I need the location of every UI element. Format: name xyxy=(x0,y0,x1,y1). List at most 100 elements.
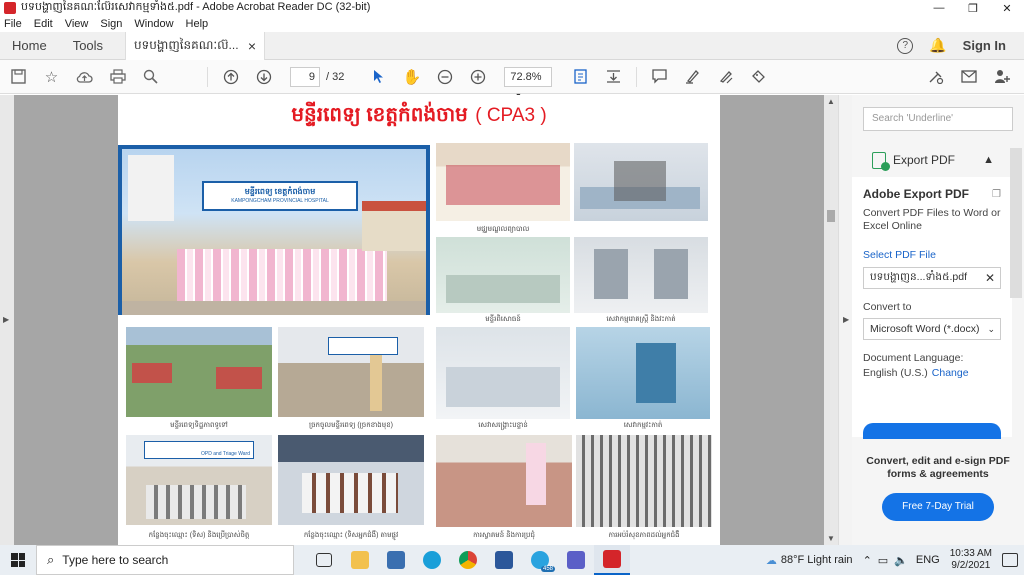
windows-logo-icon xyxy=(11,553,25,567)
gyn-surgery-photo xyxy=(574,237,708,313)
email-icon[interactable] xyxy=(952,64,985,90)
input-language[interactable]: ENG xyxy=(916,554,940,566)
share-user-icon[interactable] xyxy=(985,64,1018,90)
document-tab-label: បទបង្ហាញនៃគណៈល៊... xyxy=(134,37,239,52)
menu-window[interactable]: Window xyxy=(134,18,173,30)
word-icon[interactable] xyxy=(486,545,522,575)
previous-page-icon[interactable] xyxy=(214,64,247,90)
scrollbar-thumb[interactable] xyxy=(827,210,835,222)
copy-icon[interactable]: ❐ xyxy=(992,189,1001,200)
right-pane-scrollbar[interactable] xyxy=(1010,148,1022,298)
task-view-icon[interactable] xyxy=(306,545,342,575)
remove-file-icon[interactable]: ✕ xyxy=(985,271,995,285)
menu-sign[interactable]: Sign xyxy=(100,18,122,30)
draw-sign-icon[interactable] xyxy=(709,64,742,90)
notice-board xyxy=(128,155,174,221)
tray-chevron-icon[interactable]: ⌃ xyxy=(863,554,872,567)
menu-edit[interactable]: Edit xyxy=(34,18,53,30)
fill-sign-icon[interactable] xyxy=(742,64,775,90)
store-icon[interactable] xyxy=(378,545,414,575)
select-cursor-icon[interactable] xyxy=(362,64,395,90)
export-pdf-icon xyxy=(872,151,890,171)
hand-tool-icon[interactable]: ✋ xyxy=(395,64,428,90)
page-total: / 32 xyxy=(326,70,345,83)
document-viewport[interactable]: មន្ទីរពេទ្យ ខេត្តកំពង់ចាម ( CPA3 ) មន្ទី… xyxy=(14,95,824,545)
right-pane: Search 'Underline' Export PDF ▲ Adobe Ex… xyxy=(852,95,1024,545)
notification-center-icon[interactable] xyxy=(1002,553,1018,567)
next-page-icon[interactable] xyxy=(247,64,280,90)
tab-document[interactable]: បទបង្ហាញនៃគណៈល៊... × xyxy=(125,31,266,60)
export-pdf-panel: Adobe Export PDF ❐ Convert PDF Files to … xyxy=(852,177,1012,437)
scroll-up-icon[interactable]: ▲ xyxy=(827,97,835,106)
select-pdf-file-link[interactable]: Select PDF File xyxy=(863,249,1001,261)
beds xyxy=(446,367,560,407)
upload-cloud-icon[interactable] xyxy=(68,64,101,90)
main-toolbar: ☆ 9 / 32 ✋ 72.8% ▾ xyxy=(0,60,1024,100)
scroll-mode-icon[interactable] xyxy=(597,64,630,90)
opd-triage-photo: OPD and Triage Ward xyxy=(126,435,272,525)
convert-button[interactable] xyxy=(863,423,1001,439)
zoom-in-icon[interactable] xyxy=(461,64,494,90)
menu-view[interactable]: View xyxy=(65,18,89,30)
weather-icon: ☁ xyxy=(765,554,777,567)
pdf-title-code: ( CPA3 ) xyxy=(475,105,547,126)
search-zoom-icon[interactable] xyxy=(134,64,167,90)
caption-entrance: ច្រកចូលមន្ទីរពេទ្យ (ច្រកខាងមុខ) xyxy=(309,422,393,429)
menu-bar: File Edit View Sign Window Help xyxy=(0,16,1024,32)
bookmark-star-icon[interactable]: ☆ xyxy=(35,64,68,90)
zoom-out-icon[interactable] xyxy=(428,64,461,90)
chrome-icon[interactable] xyxy=(450,545,486,575)
menu-file[interactable]: File xyxy=(4,18,22,30)
health-education-photo xyxy=(576,435,712,527)
help-icon[interactable]: ? xyxy=(897,37,914,54)
print-icon[interactable] xyxy=(101,64,134,90)
volume-icon[interactable]: 🔈 xyxy=(894,554,908,567)
minimize-button[interactable]: — xyxy=(922,2,956,14)
document-scrollbar[interactable]: ▲ ▼ xyxy=(824,95,838,545)
scroll-down-icon[interactable]: ▼ xyxy=(827,534,835,543)
system-tray: ☁ 88°F Light rain ⌃ ▭ 🔈 ENG 10:33 AM 9/2… xyxy=(766,548,1024,572)
tab-tools[interactable]: Tools xyxy=(61,38,117,53)
free-trial-button[interactable]: Free 7-Day Trial xyxy=(882,493,994,521)
notification-bell-icon[interactable]: 🔔 xyxy=(929,37,946,54)
save-icon[interactable] xyxy=(2,64,35,90)
tab-home[interactable]: Home xyxy=(0,38,61,53)
close-window-button[interactable]: ✕ xyxy=(990,2,1024,15)
highlight-pen-icon[interactable] xyxy=(676,64,709,90)
start-button[interactable] xyxy=(0,553,36,567)
telegram-icon[interactable]: 458 xyxy=(522,545,558,575)
export-pdf-header[interactable]: Export PDF ▲ xyxy=(852,145,1024,175)
convert-to-value: Microsoft Word (*.docx) xyxy=(870,323,980,335)
promo-text: Convert, edit and e-sign PDF forms & agr… xyxy=(866,455,1010,480)
network-icon[interactable]: ▭ xyxy=(878,554,888,567)
page-number-input[interactable]: 9 xyxy=(290,66,320,87)
menu-help[interactable]: Help xyxy=(186,18,209,30)
staff-group xyxy=(177,249,387,301)
attach-sign-icon[interactable] xyxy=(919,64,952,90)
clock[interactable]: 10:33 AM 9/2/2021 xyxy=(950,548,992,572)
acrobat-taskbar-icon[interactable] xyxy=(594,545,630,575)
left-panel-toggle[interactable]: ▶ xyxy=(0,95,14,545)
tools-search-input[interactable]: Search 'Underline' xyxy=(863,107,1013,131)
tab-bar: Home Tools បទបង្ហាញនៃគណៈល៊... × ? 🔔 Sign… xyxy=(0,31,1024,60)
sign-in-button[interactable]: Sign In xyxy=(963,38,1006,53)
taskbar-search-box[interactable]: ⌕ Type here to search xyxy=(36,545,294,575)
change-language-link[interactable]: Change xyxy=(932,367,969,379)
selected-file-field[interactable]: បទបង្ហាញន...ទាំង៥.pdf ✕ xyxy=(863,267,1001,289)
edge-icon[interactable] xyxy=(414,545,450,575)
convert-to-select[interactable]: Microsoft Word (*.docx) ⌄ xyxy=(863,318,1001,340)
teams-icon[interactable] xyxy=(558,545,594,575)
weather-text[interactable]: 88°F Light rain xyxy=(781,554,853,566)
file-explorer-icon[interactable] xyxy=(342,545,378,575)
chevron-right-icon: ▶ xyxy=(843,315,850,324)
close-tab-icon[interactable]: × xyxy=(248,38,256,54)
maximize-button[interactable]: ❐ xyxy=(956,2,990,15)
right-pane-toggle[interactable]: ▶ xyxy=(838,95,852,545)
zoom-level-select[interactable]: 72.8% ▾ xyxy=(504,66,553,100)
comment-icon[interactable] xyxy=(643,64,676,90)
page-fit-icon[interactable] xyxy=(564,64,597,90)
toolbar-separator xyxy=(636,66,638,87)
equipment-1 xyxy=(594,249,628,299)
clock-date: 9/2/2021 xyxy=(951,560,991,571)
chevron-up-icon[interactable]: ▲ xyxy=(983,154,994,166)
